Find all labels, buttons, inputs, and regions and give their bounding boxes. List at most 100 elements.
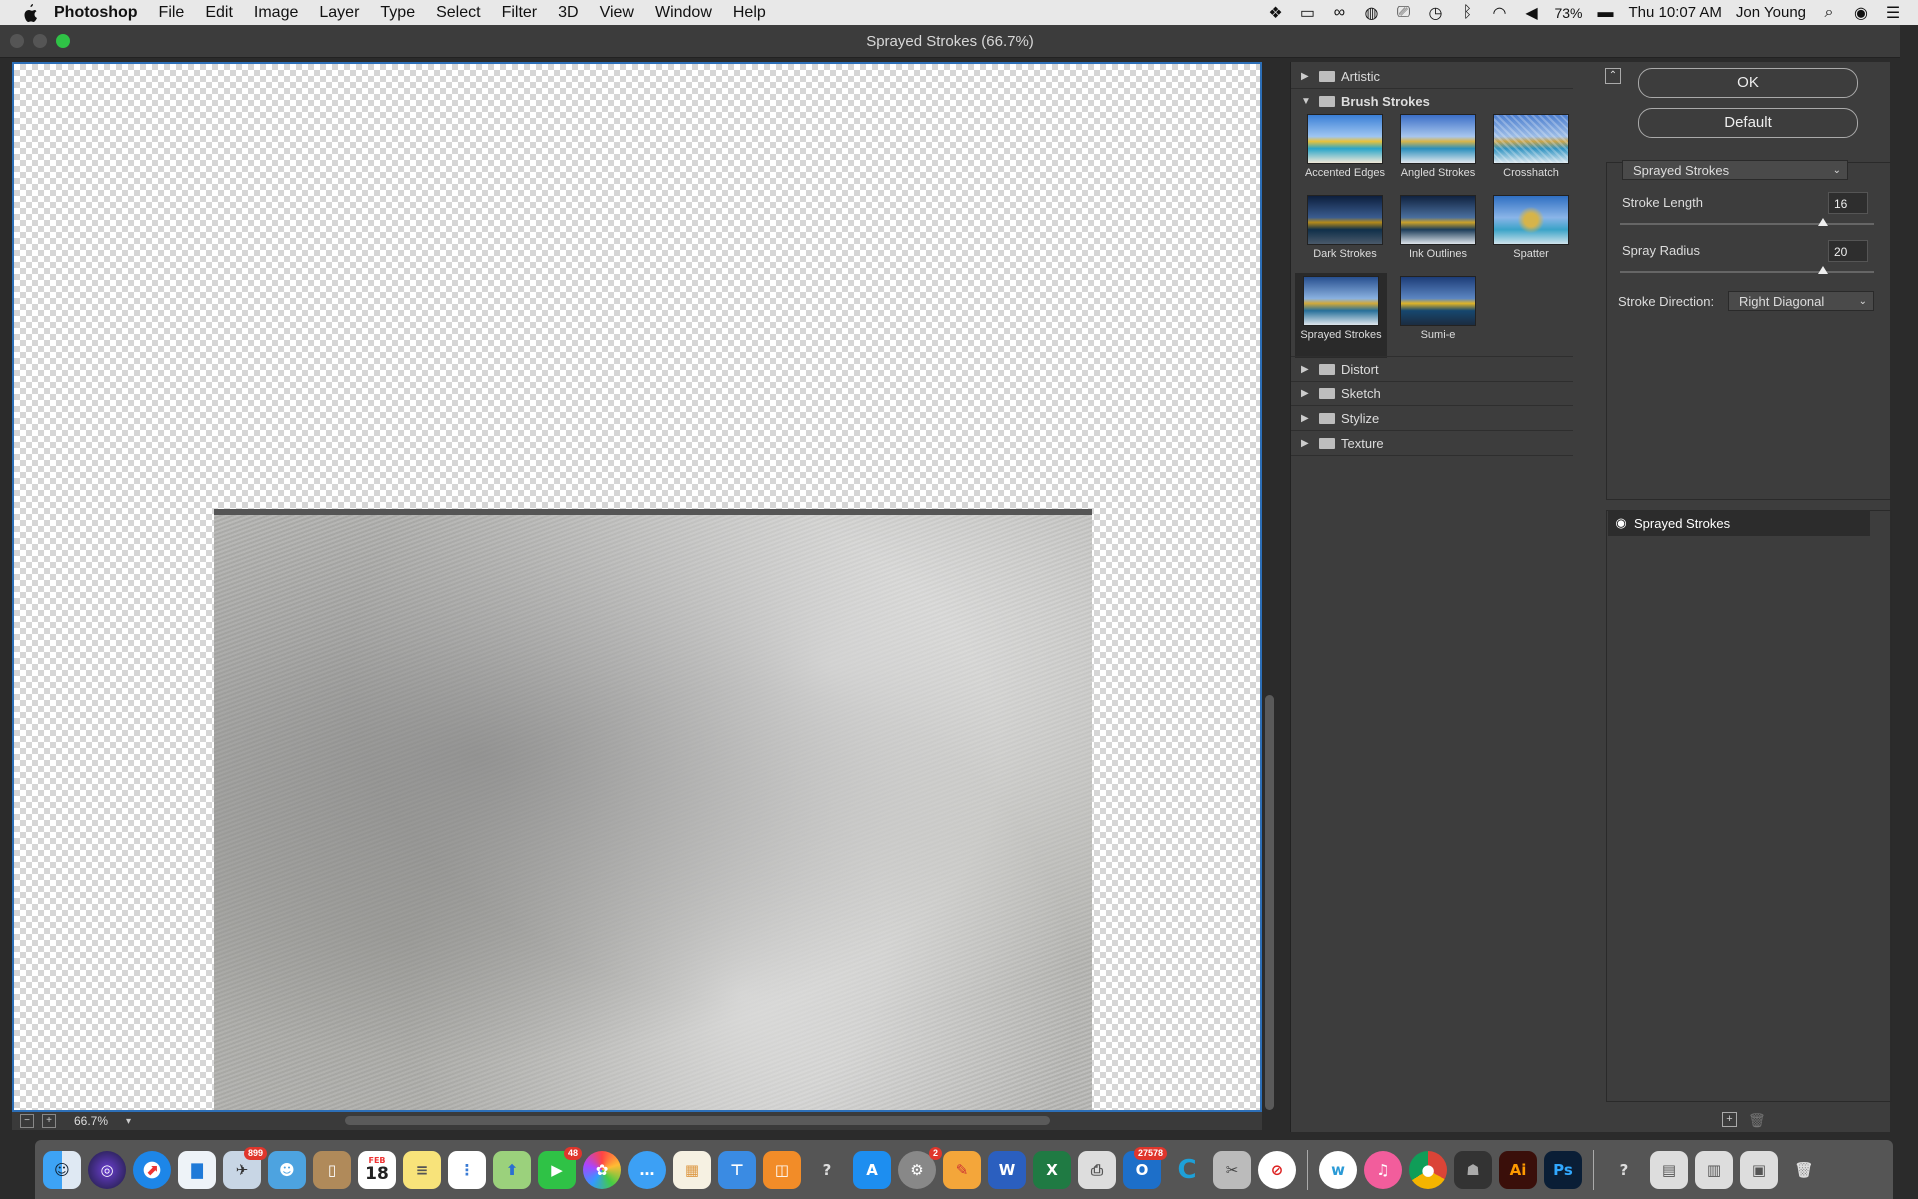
menu-filter[interactable]: Filter (502, 4, 538, 22)
menu-view[interactable]: View (600, 4, 634, 22)
display-icon[interactable]: ▭ (1298, 5, 1316, 22)
filter-thumb-accented-edges[interactable]: Accented Edges (1299, 114, 1391, 192)
menu-image[interactable]: Image (254, 4, 298, 22)
filter-thumb-spatter[interactable]: Spatter (1485, 195, 1577, 273)
airplay-icon[interactable]: ⎚ (1394, 4, 1412, 21)
facetime-icon[interactable]: ▶ 48 (538, 1146, 582, 1189)
new-effect-layer-icon[interactable]: + (1722, 1112, 1737, 1127)
filter-preview-canvas[interactable] (12, 62, 1262, 1112)
zoom-out-button[interactable]: − (20, 1114, 34, 1128)
wifi-icon[interactable]: ◠ (1490, 5, 1508, 22)
grapher-icon[interactable]: ☗ (1454, 1150, 1492, 1189)
unknown-app-icon[interactable]: ? (808, 1151, 846, 1189)
preview-vertical-scrollbar[interactable] (1265, 695, 1274, 1110)
calendar-icon[interactable]: FEB 18 (358, 1150, 396, 1189)
menu-file[interactable]: File (159, 4, 185, 22)
category-sketch[interactable]: ▶ Sketch (1291, 381, 1573, 406)
menu-layer[interactable]: Layer (319, 4, 359, 22)
reminders-icon[interactable]: ⋮ (448, 1150, 486, 1189)
chrome-icon[interactable]: ● (1409, 1150, 1447, 1189)
siri-icon[interactable]: ◎ (88, 1150, 126, 1189)
volume-icon[interactable]: ◀ (1522, 5, 1540, 22)
itunes-icon[interactable]: ♫ (1364, 1150, 1402, 1189)
spotlight-search-icon[interactable]: ⌕ (1820, 4, 1838, 21)
w-app-icon[interactable]: w (1319, 1150, 1357, 1189)
preview-icon[interactable]: ▦ (673, 1150, 711, 1189)
delete-effect-layer-icon[interactable]: 🗑 (1748, 1112, 1766, 1129)
word-icon[interactable]: W (988, 1150, 1026, 1189)
collapse-gallery-icon[interactable]: ⌃ (1605, 68, 1621, 84)
time-machine-icon[interactable]: ◷ (1426, 5, 1444, 22)
notes-icon[interactable]: ≡ (403, 1150, 441, 1189)
block-app-icon[interactable]: ⊘ (1258, 1150, 1296, 1189)
bluetooth-icon[interactable]: ᛒ (1458, 4, 1476, 21)
filter-thumb-dark-strokes[interactable]: Dark Strokes (1299, 195, 1391, 273)
spray-radius-slider-thumb[interactable] (1818, 266, 1829, 274)
photos-icon[interactable]: ✿ (583, 1150, 621, 1189)
spray-radius-input[interactable]: 20 (1828, 240, 1868, 262)
category-texture[interactable]: ▶ Texture (1291, 431, 1573, 456)
notification-center-icon[interactable]: ☰ (1884, 5, 1902, 22)
photoshop-icon[interactable]: Ps (1544, 1150, 1582, 1189)
category-distort[interactable]: ▶ Distort (1291, 356, 1573, 382)
zoom-in-button[interactable]: + (42, 1114, 56, 1128)
dropbox-icon[interactable]: ❖ (1266, 5, 1284, 22)
activity-monitor-icon[interactable]: ▇ (178, 1150, 216, 1189)
category-stylize[interactable]: ▶ Stylize (1291, 406, 1573, 431)
books-icon[interactable]: ◫ (763, 1150, 801, 1189)
safari-icon[interactable]: ⬈ (133, 1150, 171, 1189)
filter-thumb-angled-strokes[interactable]: Angled Strokes (1392, 114, 1484, 192)
maps-icon[interactable]: ⬆ (493, 1150, 531, 1189)
zoom-dropdown-icon[interactable]: ▾ (126, 1116, 131, 1127)
keynote-icon[interactable]: ⊤ (718, 1150, 756, 1189)
stroke-length-input[interactable]: 16 (1828, 192, 1868, 214)
filter-thumb-ink-outlines[interactable]: Ink Outlines (1392, 195, 1484, 273)
contacts-sync-icon[interactable]: ☻ (268, 1150, 306, 1189)
illustrator-icon[interactable]: Ai (1499, 1150, 1537, 1189)
help-icon[interactable]: ? (1605, 1151, 1643, 1189)
directory-utility-icon[interactable]: ✂ (1213, 1150, 1251, 1189)
app-store-icon[interactable]: A (853, 1150, 891, 1189)
trash-icon[interactable]: 🗑 (1785, 1151, 1823, 1189)
menu-type[interactable]: Type (380, 4, 415, 22)
preview-horizontal-scrollbar[interactable] (345, 1116, 1050, 1125)
documents-stack-icon[interactable]: ▥ (1695, 1150, 1733, 1189)
outlook-icon[interactable]: O 27578 (1123, 1146, 1167, 1189)
clock[interactable]: Thu 10:07 AM (1629, 4, 1722, 21)
filter-select[interactable]: Sprayed Strokes ⌄ (1622, 160, 1848, 180)
stroke-direction-select[interactable]: Right Diagonal ⌄ (1728, 291, 1874, 311)
category-brush-strokes[interactable]: ▼ Brush Strokes (1291, 89, 1573, 113)
pencil-app-icon[interactable]: ✎ (943, 1150, 981, 1189)
menu-window[interactable]: Window (655, 4, 712, 22)
menu-edit[interactable]: Edit (205, 4, 233, 22)
printer-icon[interactable]: ⎙ (1078, 1150, 1116, 1189)
apple-icon[interactable] (20, 3, 40, 23)
category-artistic[interactable]: ▶ Artistic (1291, 64, 1573, 89)
effect-layer-row[interactable]: ◉ Sprayed Strokes (1608, 510, 1870, 536)
spray-radius-slider[interactable] (1620, 271, 1874, 273)
filter-thumb-crosshatch[interactable]: Crosshatch (1485, 114, 1577, 192)
ok-button[interactable]: OK (1638, 68, 1858, 98)
menu-select[interactable]: Select (436, 4, 480, 22)
messages-icon[interactable]: … (628, 1150, 666, 1189)
app-name-menu[interactable]: Photoshop (54, 4, 138, 22)
creative-cloud-icon[interactable]: ∞ (1330, 4, 1348, 21)
c-app-icon[interactable]: C (1168, 1151, 1206, 1189)
downloads-stack-icon[interactable]: ▤ (1650, 1150, 1688, 1189)
default-button[interactable]: Default (1638, 108, 1858, 138)
filter-thumb-sumi-e[interactable]: Sumi-e (1392, 276, 1484, 354)
globe-icon[interactable]: ◍ (1362, 5, 1380, 22)
siri-icon[interactable]: ◉ (1852, 5, 1870, 22)
mail-icon[interactable]: ✈ 899 (223, 1146, 267, 1189)
stroke-length-slider-thumb[interactable] (1818, 218, 1829, 226)
finder-icon[interactable]: ☺ (43, 1150, 81, 1189)
menu-3d[interactable]: 3D (558, 4, 578, 22)
menu-help[interactable]: Help (733, 4, 766, 22)
eye-visibility-icon[interactable]: ◉ (1608, 515, 1634, 531)
filter-thumb-sprayed-strokes[interactable]: Sprayed Strokes (1295, 273, 1387, 358)
user-name[interactable]: Jon Young (1736, 4, 1806, 21)
system-preferences-icon[interactable]: ⚙ 2 (898, 1146, 942, 1189)
stroke-length-slider[interactable] (1620, 223, 1874, 225)
battery-icon[interactable]: ▬ (1597, 4, 1615, 21)
contacts-icon[interactable]: ▯ (313, 1150, 351, 1189)
